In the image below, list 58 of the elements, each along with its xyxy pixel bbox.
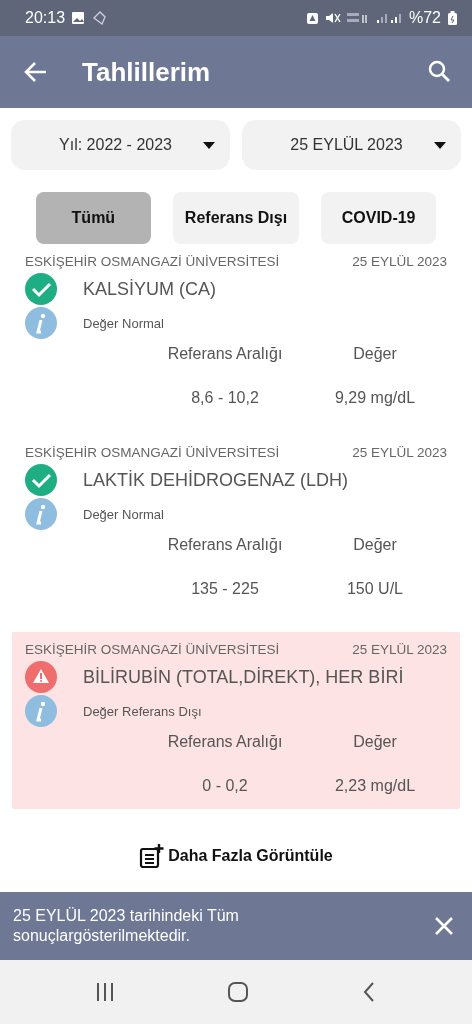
result-date: 25 EYLÜL 2023 — [352, 445, 447, 460]
column-label: Değer — [352, 733, 398, 751]
add-list-icon — [139, 844, 165, 868]
column-label: Değer — [352, 536, 398, 554]
back-button[interactable] — [24, 60, 48, 84]
signal-icon — [374, 11, 403, 25]
result-value: 9,29 mg/dL — [333, 389, 417, 407]
institution-name: ESKİŞEHİR OSMANGAZİ ÜNİVERSİTESİ — [25, 254, 280, 269]
alarm-icon — [305, 11, 319, 25]
info-icon — [25, 307, 57, 339]
reference-range: 0 - 0,2 — [201, 777, 249, 795]
institution-name: ESKİŞEHİR OSMANGAZİ ÜNİVERSİTESİ — [25, 445, 280, 460]
dropdown[interactable]: 25 EYLÜL 2023 — [242, 120, 461, 170]
battery-icon — [447, 11, 458, 25]
image-icon — [71, 11, 86, 25]
dropdown[interactable]: Yıl: 2022 - 2023 — [11, 120, 230, 170]
snackbar-message: 25 EYLÜL 2023 tarihindeki Tüm sonuçlargösterilmektedir. — [13, 906, 240, 946]
back-button[interactable] — [361, 981, 376, 1003]
view-more-button[interactable]: Daha Fazla Görüntüle — [133, 843, 339, 869]
recent-apps-icon — [96, 981, 115, 1003]
home-icon — [227, 981, 249, 1003]
result-date: 25 EYLÜL 2023 — [352, 642, 447, 657]
dropdown-caret-icon — [433, 140, 447, 150]
result-value: 2,23 mg/dL — [333, 777, 417, 795]
clock: 20:13 — [25, 9, 66, 27]
reference-range: 8,6 - 10,2 — [190, 389, 260, 407]
result-date: 25 EYLÜL 2023 — [352, 254, 447, 269]
column-label: Referans Aralığı — [166, 733, 284, 751]
info-icon — [25, 498, 57, 530]
institution-name: ESKİŞEHİR OSMANGAZİ ÜNİVERSİTESİ — [25, 642, 280, 657]
test-name: KALSİYUM (CA) — [83, 278, 217, 300]
status-text: Değer Normal — [83, 506, 164, 522]
status-text: Değer Normal — [83, 315, 164, 331]
recent-apps-button[interactable] — [96, 981, 115, 1003]
close-icon — [434, 916, 454, 936]
filter-tab[interactable]: COVID-19 — [321, 192, 437, 244]
status-text: Değer Referans Dışı — [83, 703, 202, 719]
result-value: 150 U/L — [345, 580, 404, 598]
test-name: LAKTİK DEHİDROGENAZ (LDH) — [83, 469, 349, 491]
back-arrow-icon — [24, 60, 48, 84]
back-icon — [361, 981, 376, 1003]
filter-tab[interactable]: Tümü — [35, 192, 151, 244]
close-button[interactable] — [434, 916, 454, 936]
filter-tab[interactable]: Referans Dışı — [172, 192, 300, 244]
column-label: Değer — [352, 345, 398, 363]
warning-icon — [25, 661, 57, 693]
screen-title: Tahlillerim — [82, 56, 212, 88]
mute-icon — [324, 11, 341, 25]
dropdown-caret-icon — [202, 140, 216, 150]
battery-level: %72 — [408, 9, 441, 27]
column-label: Referans Aralığı — [166, 345, 284, 363]
info-icon — [25, 695, 57, 727]
search-button[interactable] — [428, 60, 452, 84]
reference-range: 135 - 225 — [190, 580, 260, 598]
test-name: BİLİRUBİN (TOTAL,DİREKT), HER BİRİ — [83, 666, 404, 688]
search-icon — [428, 60, 452, 84]
home-button[interactable] — [227, 981, 249, 1003]
column-label: Referans Aralığı — [166, 536, 284, 554]
